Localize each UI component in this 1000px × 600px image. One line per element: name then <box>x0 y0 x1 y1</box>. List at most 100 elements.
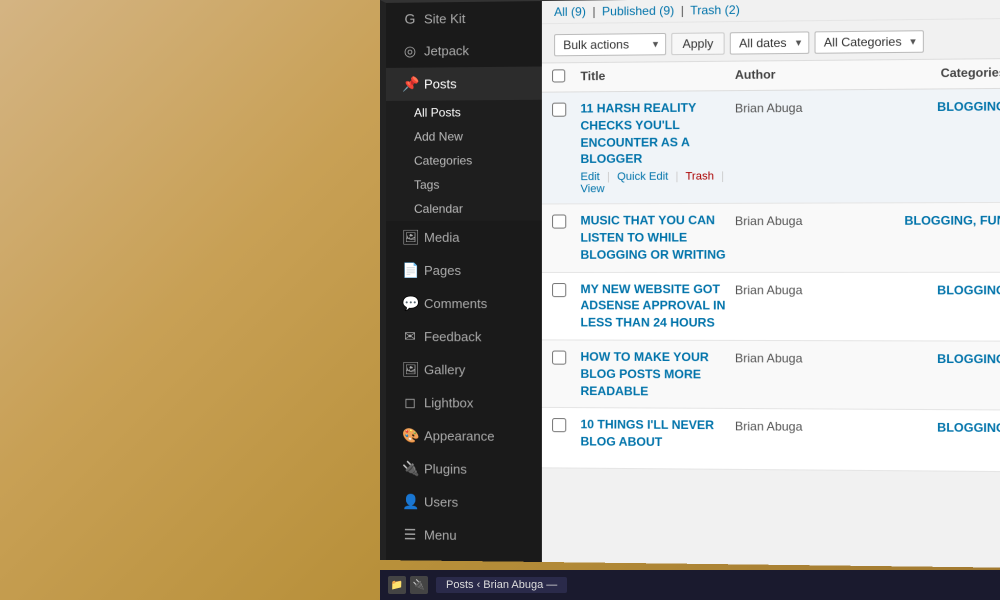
sidebar-item-users[interactable]: 👤 Users <box>386 485 542 520</box>
row3-title[interactable]: MY NEW WEBSITE GOT ADSENSE APPROVAL IN L… <box>580 281 734 332</box>
sidebar-item-menu[interactable]: ☰ Menu <box>386 518 542 553</box>
sidebar-item-gallery-label: Gallery <box>424 362 465 377</box>
row1-title[interactable]: 11 HARSH REALITY CHECKS YOU'LL ENCOUNTER… <box>580 99 734 168</box>
row1-trash-link[interactable]: Trash <box>685 171 713 183</box>
sidebar-item-posts-label: Posts <box>424 76 457 91</box>
sidebar-item-pages[interactable]: 📄 Pages <box>386 254 542 287</box>
row4-checkbox-cell <box>552 348 580 369</box>
taskbar-icons: 📁 🔌 <box>388 576 428 594</box>
row2-checkbox[interactable] <box>552 215 566 229</box>
sidebar-item-lightbox-label: Lightbox <box>424 395 473 410</box>
sidebar-item-comments-label: Comments <box>424 296 487 311</box>
row1-checkbox-cell <box>552 100 580 121</box>
date-filter-select[interactable]: All dates <box>730 31 810 54</box>
appearance-icon: 🎨 <box>402 427 418 444</box>
header-author: Author <box>735 67 859 84</box>
add-new-label: Add New <box>414 129 463 143</box>
jetpack-icon: ◎ <box>402 43 418 60</box>
filter-published-link[interactable]: Published (9) <box>602 3 674 18</box>
row1-view-link[interactable]: View <box>580 183 604 195</box>
posts-submenu: All Posts Add New Categories Tags Calend… <box>386 100 542 221</box>
sidebar-item-tags[interactable]: Tags <box>394 172 542 197</box>
plugins-icon: 🔌 <box>402 460 418 477</box>
sidebar-item-posts[interactable]: 📌 Posts <box>386 67 542 101</box>
header-checkbox-col <box>552 69 580 85</box>
apply-button[interactable]: Apply <box>671 32 724 55</box>
all-posts-label: All Posts <box>414 105 461 119</box>
row5-checkbox[interactable] <box>552 418 566 432</box>
row4-title[interactable]: HOW TO MAKE YOUR BLOG POSTS MORE READABL… <box>580 349 734 401</box>
sidebar-item-comments[interactable]: 💬 Comments <box>386 287 542 320</box>
row5-checkbox-cell <box>552 416 580 437</box>
table-row: MUSIC THAT YOU CAN LISTEN TO WHILE BLOGG… <box>542 203 1000 272</box>
filter-trash-link[interactable]: Trash (2) <box>690 3 740 18</box>
sidebar-item-all-posts[interactable]: All Posts <box>394 100 542 125</box>
category-filter-wrapper: All Categories <box>815 30 924 54</box>
row4-title-cell: HOW TO MAKE YOUR BLOG POSTS MORE READABL… <box>580 349 734 401</box>
tags-label: Tags <box>414 178 439 192</box>
filter-controls: Bulk actions Apply All dates All Categor… <box>542 23 1000 63</box>
row5-title-cell: 10 THINGS I'LL NEVER BLOG ABOUT <box>580 417 734 452</box>
table-header: Title Author Categories <box>542 59 1000 93</box>
sidebar: G Site Kit ◎ Jetpack 📌 Posts All Posts A… <box>386 1 542 562</box>
sidebar-item-plugins[interactable]: 🔌 Plugins <box>386 452 542 486</box>
comments-icon: 💬 <box>402 295 418 312</box>
sitekit-icon: G <box>402 11 418 27</box>
taskbar-plugin-icon[interactable]: 🔌 <box>410 576 428 594</box>
table-body: 11 HARSH REALITY CHECKS YOU'LL ENCOUNTER… <box>542 89 1000 473</box>
sidebar-item-sitekit-label: Site Kit <box>424 10 465 26</box>
row1-author: Brian Abuga <box>735 98 859 115</box>
feedback-icon: ✉ <box>402 328 418 345</box>
sidebar-item-plugins-label: Plugins <box>424 461 467 476</box>
calendar-label: Calendar <box>414 202 463 216</box>
row2-title[interactable]: MUSIC THAT YOU CAN LISTEN TO WHILE BLOGG… <box>580 212 734 263</box>
sidebar-item-appearance-label: Appearance <box>424 428 495 444</box>
category-filter-select[interactable]: All Categories <box>815 30 924 54</box>
row4-checkbox[interactable] <box>552 350 566 364</box>
row1-actions: Edit | Quick Edit | Trash | View <box>580 171 734 196</box>
sidebar-item-feedback-label: Feedback <box>424 329 481 344</box>
media-icon: 🖼 <box>402 229 418 246</box>
taskbar: 📁 🔌 Posts ‹ Brian Abuga — <box>380 570 1000 600</box>
sidebar-item-users-label: Users <box>424 494 458 509</box>
sidebar-item-add-new[interactable]: Add New <box>394 124 542 149</box>
row1-edit-link[interactable]: Edit <box>580 171 599 183</box>
sidebar-item-calendar[interactable]: Calendar <box>394 196 542 221</box>
date-filter-wrapper: All dates <box>730 31 810 54</box>
sidebar-item-media[interactable]: 🖼 Media <box>386 221 542 254</box>
sidebar-item-feedback[interactable]: ✉ Feedback <box>386 320 542 354</box>
row3-checkbox[interactable] <box>552 283 566 297</box>
taskbar-posts-item[interactable]: Posts ‹ Brian Abuga — <box>436 577 567 593</box>
row3-categories: BLOGGING <box>859 281 1000 297</box>
table-row: MY NEW WEBSITE GOT ADSENSE APPROVAL IN L… <box>542 272 1000 341</box>
sidebar-item-jetpack[interactable]: ◎ Jetpack <box>386 33 542 68</box>
sidebar-item-menu-label: Menu <box>424 527 457 542</box>
row3-checkbox-cell <box>552 281 580 302</box>
header-categories: Categories <box>859 65 1000 83</box>
bulk-actions-select[interactable]: Bulk actions <box>554 33 666 56</box>
row4-author: Brian Abuga <box>735 349 859 366</box>
row1-categories: BLOGGING <box>859 97 1000 114</box>
categories-label: Categories <box>414 153 472 167</box>
row2-author: Brian Abuga <box>735 212 859 229</box>
sidebar-item-pages-label: Pages <box>424 263 461 278</box>
posts-icon: 📌 <box>402 76 418 93</box>
sidebar-item-appearance[interactable]: 🎨 Appearance <box>386 419 542 453</box>
menu-icon: ☰ <box>402 526 418 543</box>
select-all-checkbox[interactable] <box>552 69 565 82</box>
row5-categories: BLOGGING <box>859 418 1000 435</box>
taskbar-folder-icon[interactable]: 📁 <box>388 576 406 594</box>
bulk-actions-wrapper: Bulk actions <box>554 33 666 56</box>
row1-checkbox[interactable] <box>552 103 566 117</box>
filter-all-link[interactable]: All (9) <box>554 5 586 19</box>
table-row: 10 THINGS I'LL NEVER BLOG ABOUT Brian Ab… <box>542 408 1000 472</box>
sidebar-item-lightbox[interactable]: ◻ Lightbox <box>386 386 542 420</box>
sidebar-item-gallery[interactable]: 🖼 Gallery <box>386 353 542 387</box>
users-icon: 👤 <box>402 493 418 510</box>
table-row: HOW TO MAKE YOUR BLOG POSTS MORE READABL… <box>542 340 1000 411</box>
sidebar-item-sitekit[interactable]: G Site Kit <box>386 1 542 35</box>
row1-quick-edit-link[interactable]: Quick Edit <box>617 171 668 183</box>
row2-checkbox-cell <box>552 213 580 234</box>
sidebar-item-categories[interactable]: Categories <box>394 148 542 173</box>
row5-title[interactable]: 10 THINGS I'LL NEVER BLOG ABOUT <box>580 417 734 452</box>
